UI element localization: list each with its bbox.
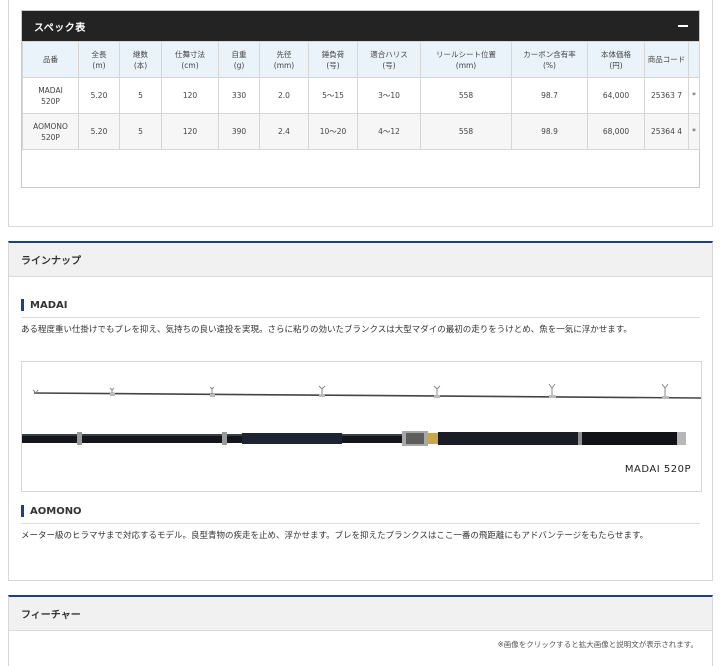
rod-ring <box>578 432 582 445</box>
heading-bar <box>21 505 24 517</box>
col-header-harris: 適合ハリス (号) <box>357 41 421 78</box>
madai-heading: MADAI <box>21 298 67 312</box>
cell: 2.4 <box>259 113 309 150</box>
cell: 330 <box>218 77 260 114</box>
col-header-carbon: カーボン含有率 (%) <box>511 41 588 78</box>
cell: 5～15 <box>308 77 358 114</box>
col-header-pieces: 継数 (本) <box>119 41 162 78</box>
rod-handle <box>438 432 578 445</box>
rod-ring <box>77 432 82 445</box>
madai-description: ある程度重い仕掛けでもブレを抑え、気持ちの良い遠投を実現。さらに粘りの効いたブラ… <box>21 325 632 335</box>
reel-seat-inner <box>406 433 424 444</box>
col-header-tip-diameter: 先径 (mm) <box>259 41 309 78</box>
cell: 98.7 <box>511 77 588 114</box>
cell: 5 <box>119 77 162 114</box>
cell: 120 <box>161 113 219 150</box>
cell: 390 <box>218 113 260 150</box>
cell: 5 <box>119 113 162 150</box>
madai-title: MADAI <box>30 299 68 311</box>
cell: 68,000 <box>587 113 645 150</box>
aomono-heading: AOMONO <box>21 504 82 518</box>
cell: 10～20 <box>308 113 358 150</box>
cell: 558 <box>420 113 512 150</box>
feature-title: フィーチャー <box>21 610 81 621</box>
cell: 4～12 <box>357 113 421 150</box>
aomono-description: メーター級のヒラマサまで対応するモデル。良型青物の疾走を止め、浮かせます。ブレを… <box>21 531 649 541</box>
col-header-reel-seat: リールシート位置 (mm) <box>420 41 512 78</box>
cell: 558 <box>420 77 512 114</box>
divider <box>21 523 700 524</box>
spec-header[interactable]: スペック表 <box>22 11 699 41</box>
minus-icon[interactable] <box>677 20 689 32</box>
cell: MADAI 520P <box>22 77 79 114</box>
col-header-product-no: 品番 <box>22 41 79 78</box>
cell: 25363 7 <box>644 77 689 114</box>
cell: 5.20 <box>78 113 120 150</box>
cell: 120 <box>161 77 219 114</box>
col-header-price: 本体価格 (円) <box>587 41 645 78</box>
spec-header-row: 品番 全長 (m) 継数 (本) 仕舞寸法 (cm) 自重 (g) 先径 (mm… <box>22 41 700 78</box>
rod-image-madai[interactable]: MADAI 520P <box>21 361 702 492</box>
feature-section: フィーチャー ※画像をクリックすると拡大画像と説明文が表示されます。 <box>8 595 713 666</box>
rod-grip <box>582 432 677 445</box>
cell: AOMONO 520P <box>22 113 79 150</box>
heading-bar <box>21 299 24 311</box>
col-header-weight: 自重 (g) <box>218 41 260 78</box>
cell: 3～10 <box>357 77 421 114</box>
rod-butt-cap <box>677 432 686 445</box>
col-header-product-code: 商品コード <box>644 41 689 78</box>
table-row: AOMONO 520P 5.20 5 120 390 2.4 10～20 4～1… <box>22 113 700 150</box>
aomono-title: AOMONO <box>30 505 82 517</box>
spec-table-box: スペック表 品番 全長 (m) 継数 (本) 仕舞寸法 (cm) 自重 (g) … <box>21 10 700 188</box>
lineup-header: ラインナップ <box>9 243 712 277</box>
rod-tip-blank <box>33 392 702 399</box>
col-header-length: 全長 (m) <box>78 41 120 78</box>
rod-illustration <box>22 383 702 446</box>
rod-ring <box>222 432 227 445</box>
col-header-extra <box>688 41 700 78</box>
cell: 98.9 <box>511 113 588 150</box>
rod-trim <box>428 433 438 444</box>
feature-header: フィーチャー <box>9 597 712 631</box>
divider <box>21 317 700 318</box>
cell: 5.20 <box>78 77 120 114</box>
spec-title: スペック表 <box>34 22 86 34</box>
spec-panel: スペック表 品番 全長 (m) 継数 (本) 仕舞寸法 (cm) 自重 (g) … <box>8 0 713 227</box>
col-header-sinker-load: 錘負荷 (号) <box>308 41 358 78</box>
lineup-section: ラインナップ MADAI ある程度重い仕掛けでもブレを抑え、気持ちの良い遠投を実… <box>8 241 713 581</box>
rod-graphics <box>242 433 342 444</box>
cell: * <box>688 113 700 150</box>
spec-table: 品番 全長 (m) 継数 (本) 仕舞寸法 (cm) 自重 (g) 先径 (mm… <box>22 41 700 150</box>
table-row: MADAI 520P 5.20 5 120 330 2.0 5～15 3～10 … <box>22 77 700 114</box>
cell: * <box>688 77 700 114</box>
col-header-closed-length: 仕舞寸法 (cm) <box>161 41 219 78</box>
cell: 64,000 <box>587 77 645 114</box>
feature-note: ※画像をクリックすると拡大画像と説明文が表示されます。 <box>497 640 698 649</box>
cell: 2.0 <box>259 77 309 114</box>
cell: 25364 4 <box>644 113 689 150</box>
rod-label: MADAI 520P <box>624 464 691 475</box>
lineup-title: ラインナップ <box>21 256 81 267</box>
